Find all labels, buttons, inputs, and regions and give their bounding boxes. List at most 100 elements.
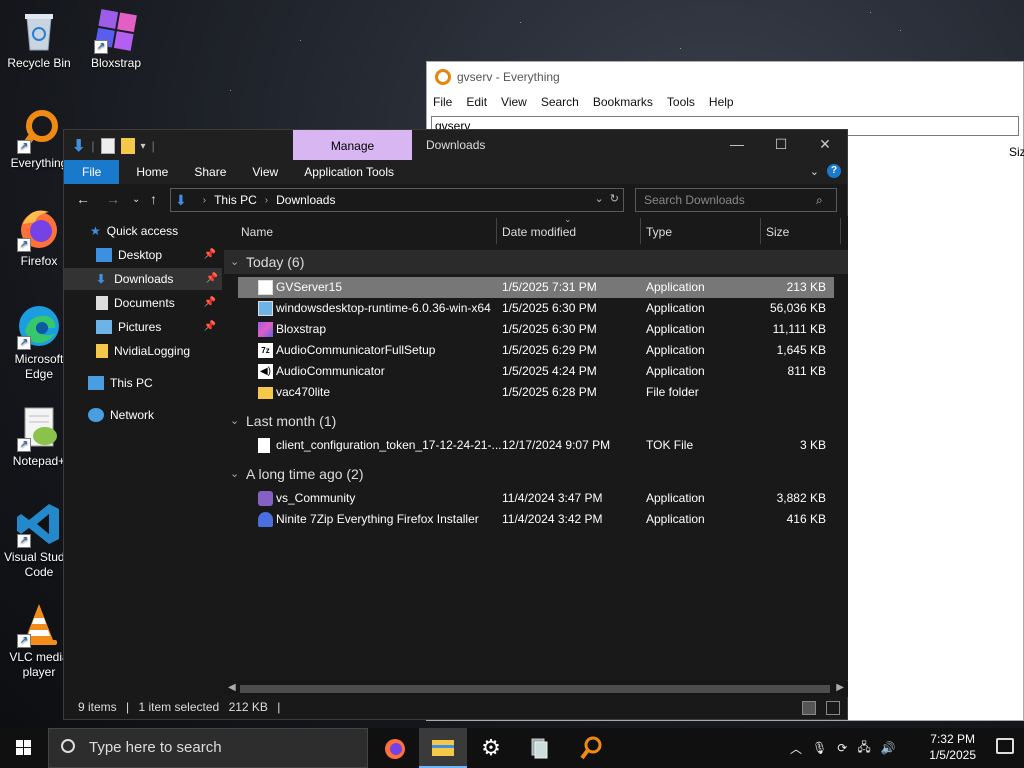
column-size[interactable]: Size	[766, 225, 789, 239]
maximize-button[interactable]: ☐	[758, 130, 804, 160]
explorer-title: Downloads	[426, 138, 486, 152]
everything-col-size[interactable]: Size	[1009, 145, 1024, 159]
file-row-audiocommunicator[interactable]: ◀) AudioCommunicator 1/5/2025 4:24 PM Ap…	[238, 361, 834, 382]
close-button[interactable]: ✕	[802, 130, 848, 160]
taskbar-file-explorer[interactable]	[419, 728, 467, 768]
navigation-pane: ★ Quick access Desktop 📌 ⬇ Downloads 📌 D…	[64, 216, 222, 680]
nav-pictures[interactable]: Pictures 📌	[96, 316, 220, 338]
everything-title-bar[interactable]: gvserv - Everything	[427, 62, 1023, 92]
menu-edit[interactable]: Edit	[466, 95, 487, 109]
group-header-last-month[interactable]: ⌄ Last month (1)	[224, 409, 848, 433]
menu-file[interactable]: File	[433, 95, 452, 109]
nav-documents[interactable]: Documents 📌	[96, 292, 220, 314]
update-icon[interactable]: ⟳	[837, 741, 847, 755]
file-type: Application	[646, 343, 705, 357]
new-folder-icon[interactable]	[120, 138, 135, 154]
forward-arrow-icon[interactable]: →	[106, 191, 120, 207]
file-size: 3,882 KB	[776, 491, 826, 505]
properties-icon[interactable]	[100, 138, 115, 154]
nav-this-pc[interactable]: This PC	[88, 372, 153, 394]
back-arrow-icon[interactable]: ←	[76, 191, 90, 207]
show-hidden-icons-icon[interactable]: ︿	[790, 740, 802, 757]
file-row-gvserver15[interactable]: GVServer15 1/5/2025 7:31 PM Application …	[238, 277, 834, 298]
search-downloads-input[interactable]: Search Downloads	[635, 188, 837, 212]
column-date-modified[interactable]: Date modified	[502, 225, 576, 239]
volume-icon[interactable]: 🔊	[881, 741, 896, 755]
file-date: 11/4/2024 3:47 PM	[502, 491, 603, 505]
group-header-long-time-ago[interactable]: ⌄ A long time ago (2)	[224, 462, 848, 486]
tab-file[interactable]: File	[64, 160, 120, 184]
menu-search[interactable]: Search	[541, 95, 579, 109]
large-icons-view-icon[interactable]	[826, 701, 840, 715]
desktop-icon-recycle-bin[interactable]: Recycle Bin	[1, 6, 77, 71]
everything-icon	[435, 69, 451, 85]
taskbar-settings[interactable]: ⚙	[467, 728, 515, 768]
file-size: 11,111 KB	[772, 322, 826, 336]
windows-logo-icon	[16, 740, 31, 755]
recent-locations-icon[interactable]: ⌄	[132, 194, 140, 205]
file-row-windowsdesktop-runtime[interactable]: windowsdesktop-runtime-6.0.36-win-x64 1/…	[238, 298, 834, 319]
address-bar[interactable]: ⬇ › This PC › Downloads ⌄ ↻	[170, 188, 624, 212]
notification-icon[interactable]	[996, 738, 1014, 754]
file-row-vac470lite[interactable]: vac470lite 1/5/2025 6:28 PM File folder	[238, 382, 834, 403]
scroll-left-icon[interactable]: ◀	[228, 682, 236, 693]
manage-contextual-tab[interactable]: Manage	[293, 130, 412, 160]
column-type[interactable]: Type	[646, 225, 672, 239]
everything-icon: ↗	[15, 106, 63, 154]
file-type: Application	[646, 491, 705, 505]
file-row-bloxstrap[interactable]: Bloxstrap 1/5/2025 6:30 PM Application 1…	[238, 319, 834, 340]
microphone-icon[interactable]: 🎙	[812, 741, 827, 755]
nav-network[interactable]: Network	[88, 404, 154, 426]
tab-view[interactable]: View	[239, 160, 291, 184]
file-row-ninite-installer[interactable]: Ninite 7Zip Everything Firefox Installer…	[238, 509, 834, 530]
menu-view[interactable]: View	[501, 95, 527, 109]
file-row-vs-community[interactable]: vs_Community 11/4/2024 3:47 PM Applicati…	[238, 488, 834, 509]
file-row-client-configuration-token[interactable]: client_configuration_token_17-12-24-21-.…	[238, 435, 834, 456]
file-row-audiocommunicatorfullsetup[interactable]: 7z AudioCommunicatorFullSetup 1/5/2025 6…	[238, 340, 834, 361]
breadcrumb-downloads[interactable]: Downloads	[276, 193, 335, 207]
group-header-today[interactable]: ⌄ Today (6)	[224, 250, 848, 274]
taskbar-firefox[interactable]	[371, 728, 419, 768]
file-size: 56,036 KB	[769, 301, 826, 315]
nav-downloads[interactable]: ⬇ Downloads 📌	[64, 268, 222, 290]
scroll-right-icon[interactable]: ▶	[836, 682, 844, 693]
desktop-icon-bloxstrap[interactable]: ↗ Bloxstrap	[78, 6, 154, 71]
file-date: 1/5/2025 6:29 PM	[502, 343, 597, 357]
tab-home[interactable]: Home	[123, 160, 181, 184]
column-divider[interactable]	[640, 218, 641, 244]
file-icon	[258, 438, 270, 453]
nav-quick-access[interactable]: ★ Quick access	[90, 220, 178, 242]
customize-toolbar-icon[interactable]: ▾	[141, 141, 146, 152]
column-divider[interactable]	[496, 218, 497, 244]
tab-share[interactable]: Share	[181, 160, 239, 184]
scrollbar-thumb[interactable]	[240, 685, 830, 693]
column-divider[interactable]	[840, 218, 841, 244]
taskbar-search-input[interactable]: Type here to search	[48, 728, 368, 768]
file-list[interactable]: Name Date modified ⌄ Type Size ⌄ Today (…	[224, 214, 848, 680]
tab-application-tools[interactable]: Application Tools	[291, 160, 407, 184]
explorer-window[interactable]: ⬇ | ▾ | Manage Downloads — ☐ ✕ File Home…	[63, 129, 848, 720]
details-view-icon[interactable]	[802, 701, 816, 715]
minimize-button[interactable]: —	[714, 130, 760, 160]
nav-nvidialogging[interactable]: NvidiaLogging	[96, 340, 190, 362]
taskbar-everything[interactable]	[567, 728, 615, 768]
explorer-title-bar[interactable]: ⬇ | ▾ | Manage Downloads — ☐ ✕	[64, 130, 847, 160]
taskbar-app[interactable]	[515, 728, 563, 768]
network-icon[interactable]: 🖧	[857, 738, 870, 759]
menu-help[interactable]: Help	[709, 95, 734, 109]
file-name: Ninite 7Zip Everything Firefox Installer	[276, 512, 479, 526]
address-dropdown-refresh[interactable]: ⌄ ↻	[594, 192, 619, 205]
breadcrumb-this-pc[interactable]: This PC	[214, 193, 257, 207]
column-divider[interactable]	[760, 218, 761, 244]
column-name[interactable]: Name	[241, 225, 273, 239]
up-arrow-icon[interactable]: ↑	[150, 191, 157, 207]
nav-desktop[interactable]: Desktop 📌	[96, 244, 220, 266]
help-icon[interactable]: ?	[827, 164, 841, 178]
bloxstrap-icon: ↗	[92, 6, 140, 54]
shortcut-arrow-icon: ↗	[17, 634, 31, 648]
expand-ribbon-icon[interactable]: ⌄	[810, 165, 819, 178]
clock[interactable]: 7:32 PM 1/5/2025	[929, 731, 976, 763]
menu-bookmarks[interactable]: Bookmarks	[593, 95, 653, 109]
start-button[interactable]	[0, 728, 48, 768]
menu-tools[interactable]: Tools	[667, 95, 695, 109]
